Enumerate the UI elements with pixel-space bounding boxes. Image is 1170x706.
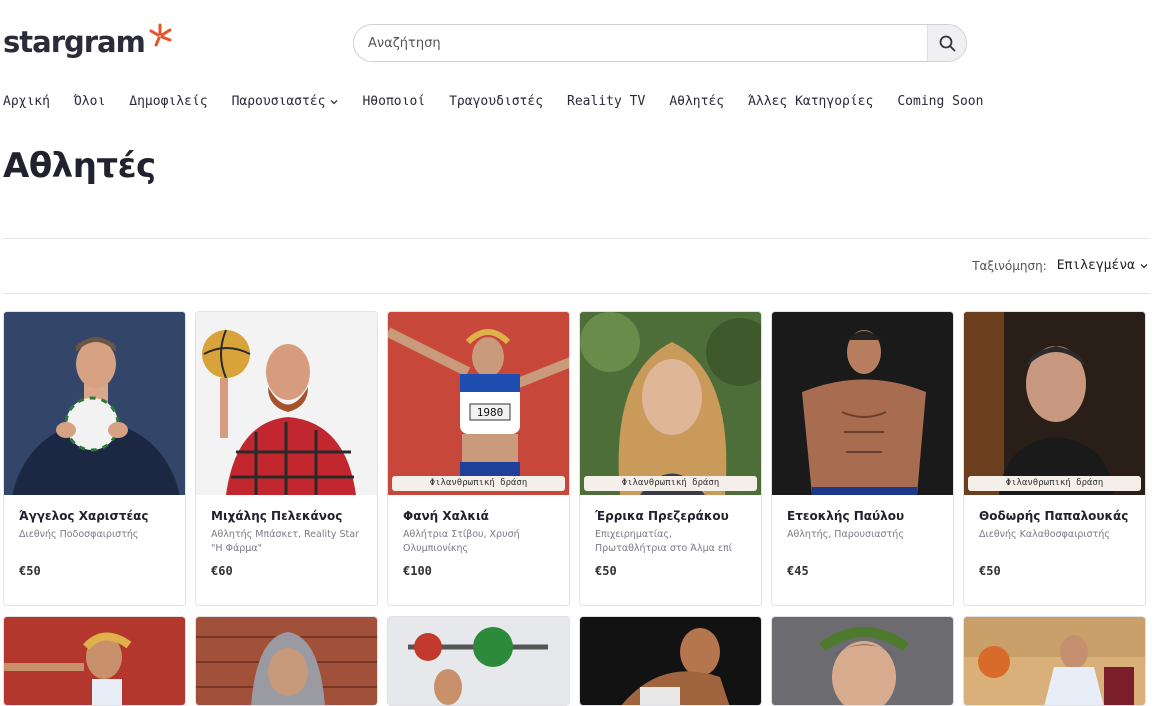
celebrity-card[interactable]: Φιλανθρωπική δράση Θοδωρής Παπαλουκάς Δι… [963,311,1146,606]
celebrity-card[interactable]: 1980 Φιλανθρωπική δράση Φανή Χαλκιά Αθλή… [387,311,570,606]
main-nav: Αρχική Όλοι Δημοφιλείς Παρουσιαστές Ηθοπ… [3,94,1007,109]
celebrity-card[interactable] [387,616,570,706]
celebrity-name: Ετεοκλής Παύλου [787,509,905,523]
price: €45 [787,564,809,578]
nav-item-reality-tv[interactable]: Reality TV [567,94,645,109]
celebrity-description: Επιχειρηματίας, Πρωταθλήτρια στο Άλμα επ… [595,529,732,554]
celebrity-card[interactable] [963,616,1146,706]
sort-value: Επιλεγμένα [1056,258,1135,273]
search-button[interactable] [927,25,966,61]
svg-text:1980: 1980 [477,406,504,419]
celebrity-photo [196,617,377,705]
celebrity-description: Αθλήτρια Στίβου, Χρυσή Ολυμπιονίκης [403,529,520,554]
celebrity-photo [964,617,1145,705]
logo-text: stargram [3,25,146,59]
celebrity-card[interactable]: Φιλανθρωπική δράση Έρρικα Πρεζεράκου Επι… [579,311,762,606]
page-title: Αθλητές [3,146,156,186]
celebrity-photo: Φιλανθρωπική δράση [964,312,1145,495]
nav-item-other-categories[interactable]: Άλλες Κατηγορίες [748,94,873,109]
celebrity-card[interactable] [579,616,762,706]
price: €100 [403,564,432,578]
price: €50 [595,564,617,578]
celebrity-name: Φανή Χαλκιά [403,509,489,523]
celebrity-card[interactable]: Μιχάλης Πελεκάνος Αθλητής Μπάσκετ, Reali… [195,311,378,606]
celebrity-photo [772,617,953,705]
celebrity-name: Θοδωρής Παπαλουκάς [979,509,1129,523]
logo[interactable]: stargram [3,22,173,62]
charity-badge: Φιλανθρωπική δράση [584,476,757,491]
celebrity-photo [4,312,185,495]
sort-label: Ταξινόμηση: [972,258,1047,273]
celebrity-photo: 1980 Φιλανθρωπική δράση [388,312,569,495]
celebrity-photo: Φιλανθρωπική δράση [580,312,761,495]
sort-control: Ταξινόμηση: Επιλεγμένα [972,258,1148,273]
celebrity-card[interactable]: Ετεοκλής Παύλου Αθλητής, Παρουσιαστής €4… [771,311,954,606]
chevron-down-icon [1140,263,1148,268]
celebrity-name: Άγγελος Χαριστέας [19,509,149,523]
celebrity-photo [772,312,953,495]
nav-item-home[interactable]: Αρχική [3,94,50,109]
charity-badge: Φιλανθρωπική δράση [968,476,1141,491]
sort-dropdown[interactable]: Επιλεγμένα [1057,258,1148,273]
price: €50 [19,564,41,578]
nav-item-coming-soon[interactable]: Coming Soon [897,94,983,109]
nav-item-actors[interactable]: Ηθοποιοί [362,94,425,109]
celebrity-description: Διεθνής Ποδοσφαιριστής [19,529,139,540]
celebrity-photo [4,617,185,705]
celebrity-card[interactable] [195,616,378,706]
price: €50 [979,564,1001,578]
star-burst-icon [149,23,172,47]
nav-item-all[interactable]: Όλοι [74,94,105,109]
celebrity-name: Έρρικα Πρεζεράκου [595,509,729,523]
nav-item-singers[interactable]: Τραγουδιστές [449,94,543,109]
celebrity-photo [388,617,569,705]
celebrity-card[interactable]: Άγγελος Χαριστέας Διεθνής Ποδοσφαιριστής… [3,311,186,606]
celebrity-card[interactable] [3,616,186,706]
search-bar [353,24,967,62]
celebrity-description: Διεθνής Καλαθοσφαιριστής [979,529,1110,540]
celebrity-photo [580,617,761,705]
nav-item-popular[interactable]: Δημοφιλείς [129,94,207,109]
celebrity-name: Μιχάλης Πελεκάνος [211,509,343,523]
celebrity-photo [196,312,377,495]
search-input[interactable] [354,25,927,61]
chevron-down-icon [331,99,338,104]
price: €60 [211,564,233,578]
celebrity-grid: Άγγελος Χαριστέας Διεθνής Ποδοσφαιριστής… [3,311,1153,706]
search-icon [939,35,955,51]
divider [3,293,1150,294]
celebrity-description: Αθλητής, Παρουσιαστής [787,529,904,540]
celebrity-description: Αθλητής Μπάσκετ, Reality Star "Η Φάρμα" [211,529,359,554]
charity-badge: Φιλανθρωπική δράση [392,476,565,491]
celebrity-card[interactable] [771,616,954,706]
nav-item-presenters[interactable]: Παρουσιαστές [232,94,339,109]
divider [3,238,1150,239]
nav-item-athletes[interactable]: Αθλητές [669,94,724,109]
